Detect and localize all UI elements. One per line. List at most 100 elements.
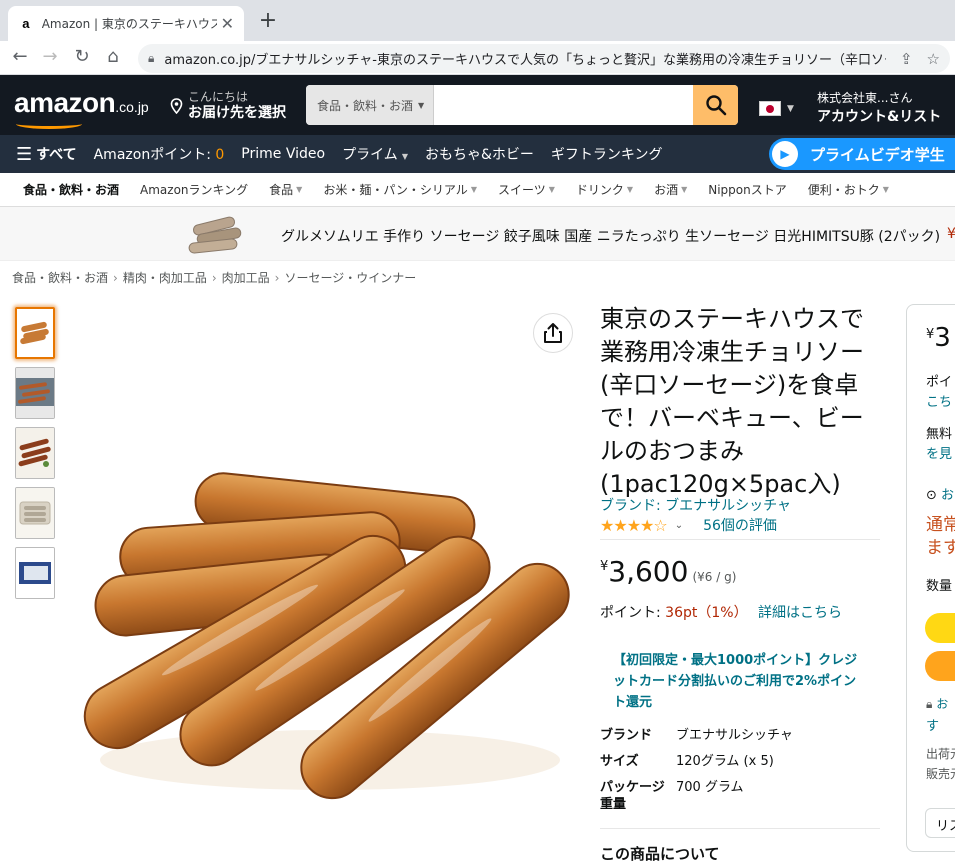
brand-link[interactable]: ブランド: ブエナサルシッチャ <box>600 495 791 515</box>
lock-icon: 🔒︎ <box>148 51 155 65</box>
deliver-label: お届け先を選択 <box>188 105 286 121</box>
breadcrumb-separator-icon: › <box>211 271 217 285</box>
review-count-link[interactable]: 56個の評価 <box>703 515 777 535</box>
category-subnav: 食品・飲料・お酒 Amazonランキング 食品 ▼ お米・麺・パン・シリアル ▼ ス… <box>0 173 955 207</box>
rating-row: ★★★★☆ ⌄ 56個の評価 <box>600 515 777 535</box>
points-row: ポイント: 36pt（1%） 詳細はこちら <box>600 602 842 622</box>
thumbnail-2[interactable] <box>15 367 55 419</box>
add-to-cart-button[interactable] <box>925 613 955 643</box>
address-bar[interactable]: 🔒︎ amazon.co.jp/ブエナサルシッチャ-東京のステーキハウスで人気の… <box>138 44 950 73</box>
buybox-price-amount: 3 <box>934 323 951 353</box>
points-details-link[interactable]: 詳細はこちら <box>758 605 842 621</box>
subnav-item-food[interactable]: 食品・飲料・お酒 <box>23 181 119 198</box>
all-label: すべて <box>36 147 77 163</box>
logo-text: amazon <box>14 87 116 118</box>
japan-flag-icon[interactable] <box>759 101 781 116</box>
price-symbol: ¥ <box>600 559 609 574</box>
amazon-logo[interactable]: amazon.co.jp <box>14 87 149 129</box>
subnav-item-sweets[interactable]: スイーツ ▼ <box>498 181 555 198</box>
sold-by-label: 販売元 <box>926 767 955 781</box>
share-icon <box>544 323 562 343</box>
subnav-label: 便利・おトク <box>807 183 880 197</box>
subnav-item-deals[interactable]: 便利・おトク ▼ <box>808 181 889 198</box>
credit-card-promo-link[interactable]: 【初回限定・最大1000ポイント】クレジットカード分割払いのご利用で2%ポイント… <box>613 650 863 713</box>
promo-sausage-image <box>188 216 242 254</box>
subnav-label: ドリンク <box>575 183 624 197</box>
share-page-icon[interactable]: ⇪ <box>900 50 913 68</box>
nav-item-prime[interactable]: プライム ▼ <box>342 144 408 164</box>
buybox-link[interactable]: こち <box>926 391 952 410</box>
secure-link-2[interactable]: す <box>926 715 939 734</box>
nav-points[interactable]: Amazonポイント: 0 <box>94 144 225 164</box>
rating-caret-icon[interactable]: ⌄ <box>675 520 683 531</box>
search-input[interactable] <box>434 85 693 125</box>
bookmark-star-icon[interactable]: ☆ <box>927 50 940 68</box>
buy-now-button[interactable] <box>925 651 955 681</box>
promo-text[interactable]: グルメソムリエ 手作り ソーセージ 餃子風味 国産 ニラたっぷり 生ソーセージ … <box>281 226 940 246</box>
buy-box: ¥3 ポイ こち 無料 を見 ⊙ お 通常 ます 数量 🔒︎ お す 出荷元 販… <box>906 304 955 852</box>
nav-item-prime-video[interactable]: Prime Video <box>241 146 325 162</box>
chevron-down-icon: ▼ <box>470 185 477 194</box>
product-main-image[interactable] <box>60 460 580 810</box>
thumbnail-1[interactable] <box>15 307 55 359</box>
reload-icon[interactable]: ↻ <box>70 46 94 67</box>
new-tab-icon[interactable]: + <box>258 8 278 33</box>
chevron-down-icon: ▼ <box>548 185 555 194</box>
nav-item-gift-ranking[interactable]: ギフトランキング <box>551 144 663 164</box>
forward-icon[interactable]: → <box>38 46 62 67</box>
all-menu-button[interactable]: ☰ すべて <box>16 144 77 165</box>
browser-tab[interactable]: a Amazon | 東京のステーキハウスで業務 ✕ <box>8 6 244 41</box>
add-to-list-button[interactable]: リス <box>925 808 955 838</box>
subnav-item-rice[interactable]: お米・麺・パン・シリアル ▼ <box>323 181 477 198</box>
thumbnail-4[interactable] <box>15 487 55 539</box>
subnav-item-alcohol[interactable]: お酒 ▼ <box>654 181 687 198</box>
thumbnail-5[interactable] <box>15 547 55 599</box>
search-category-dropdown[interactable]: 食品・飲料・お酒 ▼ <box>306 85 434 125</box>
promo-price: ¥ <box>947 226 955 242</box>
breadcrumb-item[interactable]: ソーセージ・ウインナー <box>284 271 416 285</box>
divider <box>600 539 880 540</box>
amazon-favicon-icon: a <box>22 15 30 31</box>
subnav-item-drinks[interactable]: ドリンク ▼ <box>576 181 633 198</box>
buybox-details-link[interactable]: を見 <box>926 443 952 462</box>
price-amount: 3,600 <box>608 555 689 588</box>
nav-item-prime-label: プライム <box>342 147 398 163</box>
account-lists[interactable]: 株式会社東...さん アカウント&リスト <box>817 89 941 126</box>
spec-row: サイズ 120グラム (x 5) <box>600 753 880 770</box>
quantity-label[interactable]: 数量 <box>926 575 952 594</box>
breadcrumb-item[interactable]: 肉加工品 <box>222 271 270 285</box>
buybox-points: ポイ <box>926 375 953 390</box>
buybox-stock-status-2: ます <box>926 538 955 558</box>
ship-from-label: 出荷元 <box>926 747 955 761</box>
secure-transaction[interactable]: 🔒︎ お <box>926 695 948 712</box>
sponsored-promo-strip[interactable]: グルメソムリエ 手作り ソーセージ 餃子風味 国産 ニラたっぷり 生ソーセージ … <box>0 207 955 261</box>
language-caret-icon[interactable]: ▼ <box>787 104 794 114</box>
share-button[interactable] <box>533 313 573 353</box>
prime-video-student-banner[interactable]: ▶ プライムビデオ学生 <box>769 138 955 170</box>
star-rating-icon[interactable]: ★★★★☆ <box>600 516 668 535</box>
home-icon[interactable]: ⌂ <box>101 46 125 67</box>
thumbnail-3[interactable] <box>15 427 55 479</box>
spec-value: 120グラム (x 5) <box>676 754 774 769</box>
nav-item-toys[interactable]: おもちゃ&ホビー <box>425 144 534 164</box>
close-tab-icon[interactable]: ✕ <box>221 14 234 33</box>
chevron-down-icon: ▼ <box>418 100 425 110</box>
back-icon[interactable]: ← <box>8 46 32 67</box>
image-thumbnails <box>15 307 55 607</box>
subnav-item-foods[interactable]: 食品 ▼ <box>269 181 302 198</box>
buybox-stock-status: 通常 <box>926 515 955 535</box>
search-button[interactable] <box>693 85 738 125</box>
points-value: 0 <box>215 147 225 163</box>
product-title: 東京のステーキハウスで業務用冷凍生チョリソー(辛口ソーセージ)を食卓で！バーベキ… <box>600 305 864 498</box>
breadcrumb-item[interactable]: 食品・飲料・お酒 <box>12 271 108 285</box>
buybox-deliver[interactable]: ⊙ お <box>926 484 954 503</box>
spec-row: パッケージ重量 700 グラム <box>600 779 880 813</box>
location-pin-icon: ⊙ <box>926 488 937 503</box>
url-text[interactable]: amazon.co.jp/ブエナサルシッチャ-東京のステーキハウスで人気の「ちょ… <box>164 49 886 68</box>
breadcrumb-item[interactable]: 精肉・肉加工品 <box>123 271 207 285</box>
price-block: ¥3,600 (¥6 / g) <box>600 555 736 588</box>
subnav-item-nippon-store[interactable]: Nipponストア <box>708 181 787 198</box>
spec-value: 700 グラム <box>676 780 744 795</box>
chevron-down-icon: ▼ <box>626 185 634 194</box>
subnav-item-ranking[interactable]: Amazonランキング <box>140 181 248 198</box>
